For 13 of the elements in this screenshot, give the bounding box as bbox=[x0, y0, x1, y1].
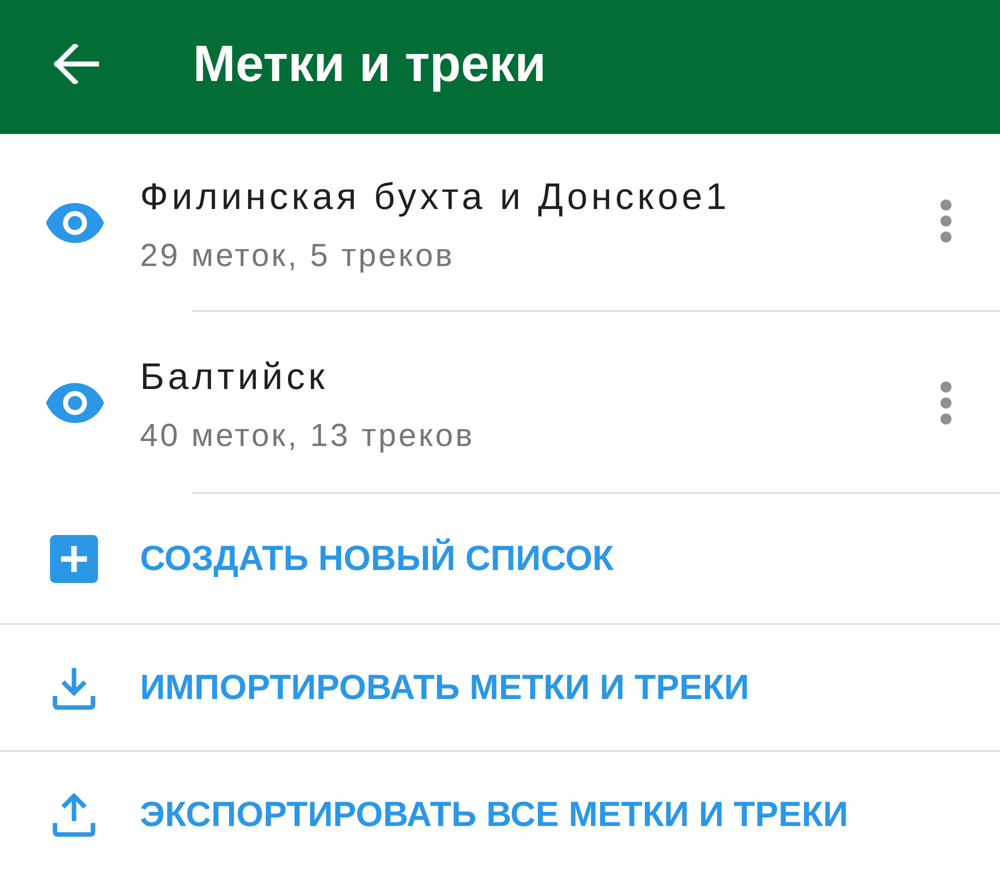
eye-icon[interactable] bbox=[46, 203, 104, 243]
more-vertical-icon bbox=[940, 199, 952, 243]
list-summary: 29 меток, 5 треков bbox=[140, 238, 456, 273]
list-name[interactable]: Филинская бухта и Донское1 bbox=[140, 177, 926, 218]
upload-icon bbox=[52, 792, 96, 836]
more-vertical-icon bbox=[940, 381, 952, 425]
list-name[interactable]: Балтийск bbox=[140, 357, 926, 398]
plus-square-icon bbox=[50, 534, 98, 582]
download-icon bbox=[52, 666, 96, 710]
list-summary: 40 меток, 13 треков bbox=[140, 418, 476, 453]
eye-icon[interactable] bbox=[46, 383, 104, 423]
back-arrow-icon bbox=[53, 44, 99, 84]
screen-title: Метки и треки bbox=[193, 34, 546, 92]
